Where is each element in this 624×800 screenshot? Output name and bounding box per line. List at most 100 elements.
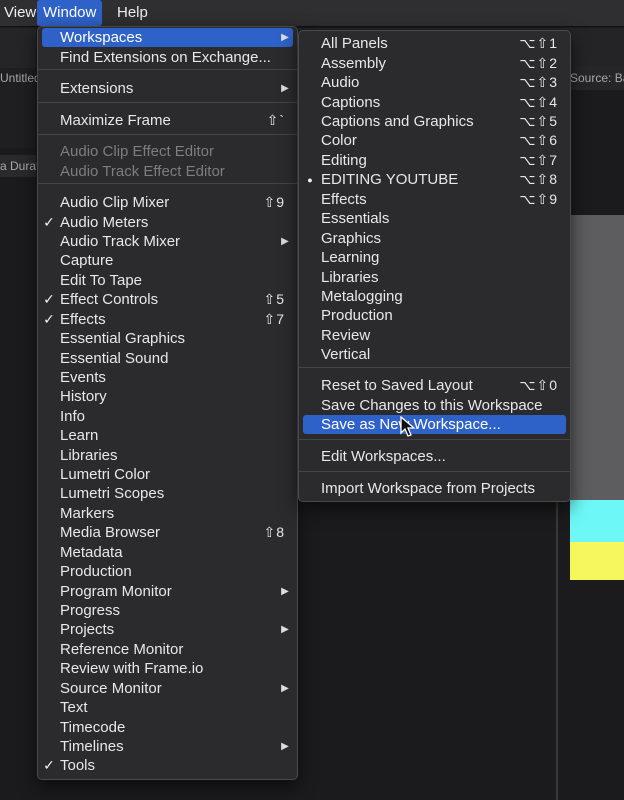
menu-item-metadata[interactable]: Metadata bbox=[42, 543, 293, 562]
menu-item-label: Learning bbox=[321, 249, 380, 267]
menu-item-info[interactable]: Info bbox=[42, 407, 293, 426]
shortcut-label: ⌥⇧4 bbox=[519, 93, 558, 110]
menu-item-effects[interactable]: Effects ⌥⇧9 bbox=[303, 190, 566, 209]
menu-item-label: All Panels bbox=[321, 35, 388, 53]
menu-item-label: Source Monitor bbox=[60, 679, 162, 697]
menu-item-label: Effect Controls bbox=[60, 291, 159, 309]
menu-item-color[interactable]: Color ⌥⇧6 bbox=[303, 131, 566, 150]
column-media-duration[interactable]: a Durati bbox=[0, 159, 42, 173]
bullet-icon: ● bbox=[307, 174, 313, 185]
menu-item-label: Reference Monitor bbox=[60, 640, 184, 658]
menu-item-lumetri-color[interactable]: Lumetri Color bbox=[42, 465, 293, 484]
menu-item-assembly[interactable]: Assembly ⌥⇧2 bbox=[303, 53, 566, 72]
menu-window[interactable]: Window bbox=[37, 0, 103, 26]
menu-item-label: Review with Frame.io bbox=[60, 660, 204, 678]
menu-item-label: Audio Track Effect Editor bbox=[60, 162, 225, 180]
menu-item-learn[interactable]: Learn bbox=[42, 426, 293, 445]
menu-item-label: Effects bbox=[60, 310, 106, 328]
menu-item-label: Libraries bbox=[321, 268, 379, 286]
menu-item-progress[interactable]: Progress bbox=[42, 601, 293, 620]
menu-item-text[interactable]: Text bbox=[42, 698, 293, 717]
menu-item-editing-youtube[interactable]: ● EDITING YOUTUBE ⌥⇧8 bbox=[303, 170, 566, 189]
menu-separator bbox=[38, 102, 297, 103]
menu-item-events[interactable]: Events bbox=[42, 368, 293, 387]
menu-item-label: Essentials bbox=[321, 210, 390, 228]
menu-item-effects[interactable]: ✓ Effects ⇧7 bbox=[42, 310, 293, 329]
menu-item-learning[interactable]: Learning bbox=[303, 248, 566, 267]
menu-item-projects[interactable]: Projects ▶ bbox=[42, 620, 293, 639]
menu-item-label: Save Changes to this Workspace bbox=[321, 396, 543, 414]
menu-item-save-as-new-workspace[interactable]: Save as New Workspace... bbox=[303, 415, 566, 435]
window-menu: Workspaces ▶ Find Extensions on Exchange..… bbox=[37, 26, 298, 780]
shortcut-label: ⌥⇧5 bbox=[519, 112, 558, 129]
menu-item-media-browser[interactable]: Media Browser ⇧8 bbox=[42, 523, 293, 542]
menu-item-edit-workspaces[interactable]: Edit Workspaces... bbox=[303, 447, 566, 466]
menu-item-metalogging[interactable]: Metalogging bbox=[303, 287, 566, 306]
menu-item-maximize-frame[interactable]: Maximize Frame ⇧` bbox=[42, 111, 293, 130]
menu-item-captions-and-graphics[interactable]: Captions and Graphics ⌥⇧5 bbox=[303, 112, 566, 131]
menu-item-essential-sound[interactable]: Essential Sound bbox=[42, 348, 293, 367]
menu-item-effect-controls[interactable]: ✓ Effect Controls ⇧5 bbox=[42, 290, 293, 309]
menu-item-capture[interactable]: Capture bbox=[42, 251, 293, 270]
menu-item-libraries[interactable]: Libraries bbox=[303, 267, 566, 286]
menu-item-graphics[interactable]: Graphics bbox=[303, 229, 566, 248]
menu-item-label: Audio Track Mixer bbox=[60, 233, 181, 251]
menu-item-edit-to-tape[interactable]: Edit To Tape bbox=[42, 271, 293, 290]
shortcut-label: ⌥⇧3 bbox=[519, 74, 558, 91]
menu-item-extensions[interactable]: Extensions ▶ bbox=[42, 79, 293, 98]
menu-item-label: Edit Workspaces... bbox=[321, 448, 446, 466]
menu-item-label: Timecode bbox=[60, 718, 126, 736]
menu-item-save-changes-to-this-workspace[interactable]: Save Changes to this Workspace bbox=[303, 396, 566, 415]
menu-item-audio-clip-mixer[interactable]: Audio Clip Mixer ⇧9 bbox=[42, 193, 293, 212]
menu-item-production[interactable]: Production bbox=[42, 562, 293, 581]
menu-item-history[interactable]: History bbox=[42, 387, 293, 406]
color-bar-yellow bbox=[570, 542, 624, 580]
menu-item-lumetri-scopes[interactable]: Lumetri Scopes bbox=[42, 484, 293, 503]
menu-item-captions[interactable]: Captions ⌥⇧4 bbox=[303, 92, 566, 111]
menu-item-review-with-frame-io[interactable]: Review with Frame.io bbox=[42, 659, 293, 678]
menu-item-label: Program Monitor bbox=[60, 582, 172, 600]
submenu-arrow-icon: ▶ bbox=[281, 236, 289, 248]
menu-item-editing[interactable]: Editing ⌥⇧7 bbox=[303, 151, 566, 170]
menu-item-timelines[interactable]: Timelines ▶ bbox=[42, 737, 293, 756]
menu-item-audio-meters[interactable]: ✓ Audio Meters bbox=[42, 212, 293, 231]
menu-item-audio[interactable]: Audio ⌥⇧3 bbox=[303, 73, 566, 92]
menu-item-timecode[interactable]: Timecode bbox=[42, 717, 293, 736]
menubar: View Window Help bbox=[0, 0, 624, 27]
menu-item-production[interactable]: Production bbox=[303, 306, 566, 325]
menu-item-find-extensions-on-exchange[interactable]: Find Extensions on Exchange... bbox=[42, 48, 293, 67]
menu-separator bbox=[299, 471, 570, 472]
submenu-arrow-icon: ▶ bbox=[281, 585, 289, 597]
menu-item-reset-to-saved-layout[interactable]: Reset to Saved Layout ⌥⇧0 bbox=[303, 376, 566, 395]
panel-header-left bbox=[0, 28, 36, 68]
menu-item-reference-monitor[interactable]: Reference Monitor bbox=[42, 640, 293, 659]
menu-help[interactable]: Help bbox=[111, 0, 154, 26]
menu-item-source-monitor[interactable]: Source Monitor ▶ bbox=[42, 679, 293, 698]
menu-item-essential-graphics[interactable]: Essential Graphics bbox=[42, 329, 293, 348]
menu-item-tools[interactable]: ✓ Tools bbox=[42, 756, 293, 775]
menu-item-workspaces[interactable]: Workspaces ▶ bbox=[42, 28, 293, 48]
tab-source[interactable]: Source: Bar bbox=[570, 71, 624, 85]
menu-item-essentials[interactable]: Essentials bbox=[303, 209, 566, 228]
menu-item-all-panels[interactable]: All Panels ⌥⇧1 bbox=[303, 34, 566, 53]
menu-view[interactable]: View bbox=[0, 0, 42, 26]
menu-item-program-monitor[interactable]: Program Monitor ▶ bbox=[42, 581, 293, 600]
menu-item-label: Essential Sound bbox=[60, 349, 169, 367]
shortcut-label: ⌥⇧6 bbox=[519, 132, 558, 149]
panel-title-untitled[interactable]: Untitled bbox=[0, 71, 41, 85]
menu-item-label: Production bbox=[321, 307, 393, 325]
submenu-arrow-icon: ▶ bbox=[281, 740, 289, 752]
color-bar-cyan bbox=[570, 500, 624, 542]
shortcut-label: ⌥⇧7 bbox=[519, 151, 558, 168]
checkmark-icon: ✓ bbox=[43, 213, 55, 230]
checkmark-icon: ✓ bbox=[43, 291, 55, 308]
menu-item-review[interactable]: Review bbox=[303, 326, 566, 345]
menu-separator bbox=[299, 367, 570, 368]
menu-item-audio-track-mixer[interactable]: Audio Track Mixer ▶ bbox=[42, 232, 293, 251]
checkmark-icon: ✓ bbox=[43, 757, 55, 774]
menu-item-import-workspace-from-projects[interactable]: Import Workspace from Projects bbox=[303, 479, 566, 498]
menu-item-label: Text bbox=[60, 699, 88, 717]
menu-item-vertical[interactable]: Vertical bbox=[303, 345, 566, 364]
menu-item-libraries[interactable]: Libraries bbox=[42, 445, 293, 464]
menu-item-markers[interactable]: Markers bbox=[42, 504, 293, 523]
